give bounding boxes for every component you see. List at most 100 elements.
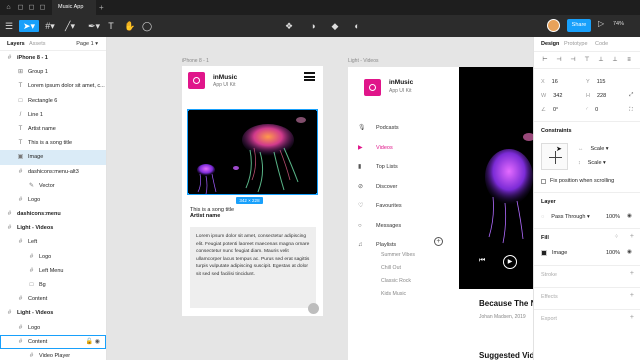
layer-row[interactable]: T This is a song title — [0, 136, 106, 150]
layer-row[interactable]: # Content 🔓 ◉ — [0, 334, 106, 349]
resize-handle[interactable] — [316, 110, 317, 111]
layer-row[interactable]: ▣ Image — [0, 150, 106, 165]
layer-row[interactable]: □ Bg — [0, 278, 106, 292]
independent-corners-icon[interactable]: ⛶ — [629, 107, 633, 114]
text-tool-icon[interactable]: T — [106, 20, 116, 32]
layer-row[interactable]: # Left Menu — [0, 264, 106, 278]
previous-icon[interactable]: ⏮ — [479, 257, 485, 265]
menu-icon[interactable]: ☰ — [4, 20, 14, 32]
layer-row[interactable]: / Line 1 — [0, 108, 106, 122]
frame-label-videos[interactable]: Light - Videos — [348, 58, 378, 64]
jellyfish-image[interactable] — [187, 109, 318, 195]
move-tool-icon[interactable]: ➤▾ — [19, 20, 39, 32]
resize-handle[interactable] — [188, 110, 189, 111]
export-title[interactable]: Export — [541, 316, 557, 322]
add-fill-icon[interactable]: + — [630, 233, 634, 240]
fill-type[interactable]: Image — [552, 250, 567, 256]
layer-opacity[interactable]: 100% — [606, 214, 620, 220]
layer-row[interactable]: ⊞ Group 1 — [0, 65, 106, 79]
fix-position-checkbox[interactable] — [541, 179, 546, 184]
zoom-level[interactable]: 74% — [613, 21, 624, 27]
nav-item-favourites[interactable]: ♡ Favourites — [358, 201, 402, 211]
horizontal-constraint[interactable]: ↔ Scale ▾ — [578, 146, 609, 152]
layer-row[interactable]: □ Rectangle 6 — [0, 94, 106, 108]
avatar[interactable] — [547, 19, 560, 32]
layer-row[interactable]: # dashicons:menu-alt3 — [0, 165, 106, 179]
fill-visibility-icon[interactable]: ◉ — [627, 249, 632, 255]
frame-label-iphone[interactable]: iPhone 8 - 1 — [182, 58, 209, 64]
present-icon[interactable]: ▷ — [598, 19, 604, 28]
shape-tool-icon[interactable]: ╱▾ — [62, 20, 78, 32]
mask-icon[interactable]: ◑ — [308, 20, 318, 32]
hand-tool-icon[interactable]: ✋ — [124, 20, 135, 32]
layer-row[interactable]: # Light - Videos — [0, 306, 106, 320]
visibility-icon[interactable]: ◉ — [627, 213, 632, 219]
new-tab-icon[interactable]: + — [99, 3, 104, 12]
stroke-title[interactable]: Stroke — [541, 272, 557, 278]
nav-item-podcasts[interactable]: 🎙 Podcasts — [358, 123, 399, 133]
file-tab[interactable]: Music App — [52, 0, 96, 15]
fill-opacity[interactable]: 100% — [606, 250, 620, 256]
constrain-proportions-icon[interactable]: ⤢ — [629, 92, 633, 99]
frame-tool-icon[interactable]: #▾ — [42, 20, 58, 32]
height-field[interactable]: H 228 — [586, 93, 606, 99]
dark-mode-toggle[interactable] — [308, 303, 319, 314]
lorem-text-box[interactable]: Lorem ipsum dolor sit amet, consectetur … — [190, 227, 316, 308]
nav-item-top-lists[interactable]: ▮ Top Lists — [358, 162, 398, 172]
home-icon[interactable]: ⌂ — [5, 4, 12, 11]
layer-row[interactable]: # iPhone 8 - 1 — [0, 51, 106, 65]
layer-row[interactable]: # dashicons:menu — [0, 207, 106, 221]
layer-row[interactable]: ✎ Vector — [0, 179, 106, 193]
align-middle-icon[interactable]: ⊥ — [597, 56, 605, 64]
nav-item-discover[interactable]: ⊘ Discover — [358, 182, 397, 192]
nav-item-playlists[interactable]: ♫ Playlists — [358, 240, 396, 250]
artist-name[interactable]: Artist name — [190, 213, 220, 219]
layer-row[interactable]: # Logo — [0, 321, 106, 335]
fill-swatch[interactable] — [541, 250, 547, 256]
align-center-h-icon[interactable]: ⊣ — [555, 56, 563, 64]
window-icon[interactable]: ◻ — [17, 4, 24, 11]
pen-tool-icon[interactable]: ✒▾ — [86, 20, 102, 32]
play-icon[interactable]: ▶ — [503, 255, 517, 269]
window-icon[interactable]: ◻ — [28, 4, 35, 11]
layer-row[interactable]: # Video Player — [0, 349, 106, 360]
layer-row[interactable]: T Lorem ipsum dolor sit amet, c... — [0, 79, 106, 93]
align-right-icon[interactable]: ⊣ — [569, 56, 577, 64]
component-icon[interactable]: ❖ — [284, 20, 294, 32]
align-top-icon[interactable]: ⊤ — [583, 56, 591, 64]
blend-mode-select[interactable]: ◌ Pass Through ▾ — [541, 214, 590, 220]
nav-item-messages[interactable]: ○ Messages — [358, 221, 401, 231]
layer-row[interactable]: # Logo — [0, 250, 106, 264]
add-effect-icon[interactable]: + — [630, 292, 634, 299]
effects-title[interactable]: Effects — [541, 294, 558, 300]
nav-item-videos[interactable]: ▶ Videos — [358, 143, 393, 153]
constraint-widget[interactable] — [541, 143, 568, 170]
y-field[interactable]: Y 115 — [586, 79, 605, 85]
lock-visibility-icon[interactable]: 🔓 ◉ — [86, 335, 100, 349]
x-field[interactable]: X 16 — [541, 79, 558, 85]
iphone-frame[interactable]: inMusic App UI Kit 342 × 228 This is a s… — [182, 66, 323, 316]
canvas[interactable]: iPhone 8 - 1 Light - Videos inMusic App … — [107, 37, 533, 360]
rotation-field[interactable]: ∠ 0° — [541, 107, 558, 113]
tab-design[interactable]: Design — [541, 41, 559, 47]
align-bottom-icon[interactable]: ⊥ — [611, 56, 619, 64]
playlist-item[interactable]: Summer Vibes — [381, 252, 415, 258]
layer-row[interactable]: # Content — [0, 292, 106, 306]
width-field[interactable]: W 342 — [541, 93, 562, 99]
fill-styles-icon[interactable]: ⁘ — [614, 234, 619, 240]
videos-frame[interactable]: inMusic App UI Kit 🎙 Podcasts ▶ Videos ▮ Top … — [348, 67, 533, 360]
page-selector[interactable]: Page 1 ▾ — [76, 41, 98, 47]
add-stroke-icon[interactable]: + — [630, 270, 634, 277]
align-left-icon[interactable]: ⊢ — [541, 56, 549, 64]
contrast-icon[interactable]: ◐ — [352, 20, 362, 32]
window-icon[interactable]: ◻ — [39, 4, 46, 11]
resize-handle[interactable] — [188, 193, 189, 194]
radius-field[interactable]: ◜ 0 — [586, 107, 598, 113]
layer-row[interactable]: # Logo — [0, 193, 106, 207]
add-playlist-icon[interactable]: + — [434, 237, 443, 246]
share-button[interactable]: Share — [567, 19, 591, 32]
boolean-icon[interactable]: ◆ — [330, 20, 340, 32]
vertical-constraint[interactable]: ↕ Scale ▾ — [578, 160, 606, 166]
playlist-item[interactable]: Kids Music — [381, 291, 406, 297]
layer-row[interactable]: # Light - Videos — [0, 221, 106, 235]
